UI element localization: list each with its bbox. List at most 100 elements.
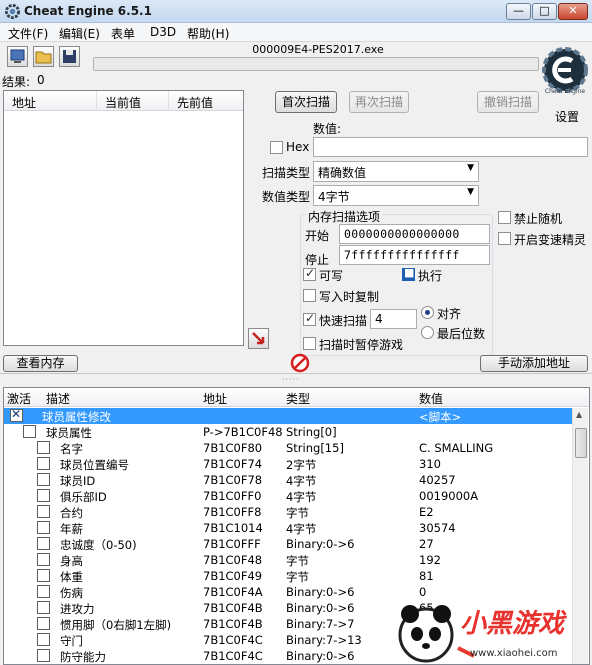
row-active-checkbox[interactable]: [37, 505, 50, 518]
row-type: Binary:7->13: [286, 633, 362, 647]
add-to-list-button[interactable]: [248, 328, 269, 349]
scrollbar-thumb[interactable]: [575, 428, 587, 458]
save-button[interactable]: [59, 46, 80, 67]
value-label: 数值:: [313, 122, 342, 136]
col-active[interactable]: 激活: [7, 390, 31, 407]
row-active-checkbox[interactable]: [37, 649, 50, 662]
row-active-checkbox[interactable]: [37, 569, 50, 582]
menu-help[interactable]: 帮助(H): [187, 25, 229, 42]
table-row[interactable]: 球员ID 7B1C0F78 4字节 40257: [4, 472, 576, 488]
row-active-checkbox[interactable]: [37, 601, 50, 614]
no-random-label: 禁止随机: [514, 212, 563, 226]
view-memory-button[interactable]: 查看内存: [3, 355, 78, 372]
red-arrow-icon: [252, 332, 265, 345]
undo-scan-button[interactable]: 撤销扫描: [477, 91, 539, 113]
hex-label: Hex: [286, 140, 310, 154]
row-active-checkbox[interactable]: [37, 473, 50, 486]
align-radio[interactable]: [421, 306, 434, 319]
row-description: 身高: [60, 554, 83, 568]
no-random-checkbox[interactable]: [498, 211, 511, 224]
row-type: 4字节: [286, 522, 317, 536]
row-description: 俱乐部ID: [60, 490, 107, 504]
hex-checkbox[interactable]: [270, 141, 283, 154]
row-active-checkbox[interactable]: [37, 521, 50, 534]
table-row[interactable]: 球员位置编号 7B1C0F74 2字节 310: [4, 456, 576, 472]
table-row[interactable]: 球员属性修改 <脚本>: [4, 407, 576, 424]
row-value: 27: [419, 537, 434, 551]
row-active-checkbox[interactable]: [37, 537, 50, 550]
title-bar: Cheat Engine 6.5.1 — □ ✕: [0, 0, 592, 23]
minimize-button[interactable]: —: [506, 3, 531, 20]
menu-d3d[interactable]: D3D: [150, 25, 176, 39]
row-value: 40257: [419, 473, 456, 487]
col-current-value[interactable]: 当前值: [105, 94, 141, 111]
row-active-checkbox[interactable]: [23, 425, 36, 438]
table-row[interactable]: 体重 7B1C0F49 字节 81: [4, 568, 576, 584]
copy-on-write-checkbox[interactable]: [303, 289, 316, 302]
open-file-button[interactable]: [33, 46, 54, 67]
row-active-checkbox[interactable]: [10, 407, 23, 422]
row-description: 进攻力: [60, 602, 95, 616]
maximize-button[interactable]: □: [532, 3, 557, 20]
col-address[interactable]: 地址: [203, 390, 227, 407]
row-active-checkbox[interactable]: [37, 585, 50, 598]
close-button[interactable]: ✕: [558, 3, 588, 20]
col-previous-value[interactable]: 先前值: [177, 94, 213, 111]
table-row[interactable]: 忠诚度（0-50) 7B1C0FFF Binary:0->6 27: [4, 536, 576, 552]
cheat-engine-settings-icon[interactable]: [541, 46, 589, 94]
col-description[interactable]: 描述: [46, 390, 70, 407]
row-value: <脚本>: [419, 410, 462, 424]
writable-checkbox[interactable]: [303, 266, 316, 281]
settings-label[interactable]: 设置: [555, 108, 579, 125]
scan-progress-bar: [93, 57, 539, 71]
table-row[interactable]: 身高 7B1C0F48 字节 192: [4, 552, 576, 568]
row-active-checkbox[interactable]: [37, 553, 50, 566]
row-address: 7B1C0F78: [203, 473, 263, 487]
scan-type-select[interactable]: 精确数值 ▼: [313, 161, 479, 182]
row-description: 防守能力: [60, 650, 106, 664]
first-scan-button[interactable]: 首次扫描: [275, 91, 337, 113]
fast-scan-alignment-input[interactable]: 4: [370, 309, 417, 329]
executable-checkbox[interactable]: [402, 266, 415, 281]
menu-file[interactable]: 文件(F): [8, 25, 48, 42]
value-input[interactable]: [313, 137, 588, 157]
speedhack-checkbox[interactable]: [498, 232, 511, 245]
watermark-brand: 小黑游戏: [460, 609, 565, 639]
open-process-button[interactable]: [7, 46, 28, 67]
col-value[interactable]: 数值: [419, 390, 443, 407]
last-digits-radio[interactable]: [421, 326, 434, 339]
table-row[interactable]: 俱乐部ID 7B1C0FF0 4字节 0019000A: [4, 488, 576, 504]
row-type: String[0]: [286, 425, 337, 439]
clear-list-button[interactable]: [290, 353, 310, 373]
table-row[interactable]: 合约 7B1C0FF8 字节 E2: [4, 504, 576, 520]
splitter[interactable]: ·····: [0, 373, 592, 384]
row-type: Binary:0->6: [286, 585, 355, 599]
scroll-up-icon[interactable]: ▲: [576, 410, 582, 419]
value-type-select[interactable]: 4字节 ▼: [313, 185, 479, 206]
row-active-checkbox[interactable]: [37, 633, 50, 646]
table-row[interactable]: 球员属性 P->7B1C0F48 String[0]: [4, 424, 576, 440]
row-active-checkbox[interactable]: [37, 457, 50, 470]
fast-scan-checkbox[interactable]: [303, 311, 316, 326]
col-type[interactable]: 类型: [286, 390, 310, 407]
table-row[interactable]: 名字 7B1C0F80 String[15] C. SMALLING: [4, 440, 576, 456]
add-address-manually-button[interactable]: 手动添加地址: [480, 355, 588, 372]
menu-table[interactable]: 表单: [111, 25, 135, 42]
start-address-input[interactable]: 0000000000000000: [339, 224, 490, 244]
copy-on-write-label: 写入时复制: [319, 290, 380, 304]
folder-icon: [35, 51, 52, 64]
row-description: 合约: [60, 506, 83, 520]
row-active-checkbox[interactable]: [37, 617, 50, 630]
row-address: P->7B1C0F48: [203, 425, 283, 439]
row-active-checkbox[interactable]: [37, 489, 50, 502]
pause-game-checkbox[interactable]: [303, 337, 316, 350]
dropdown-arrow-icon: ▼: [467, 163, 474, 173]
col-address[interactable]: 地址: [12, 94, 36, 111]
found-address-list[interactable]: 地址 当前值 先前值: [3, 90, 244, 346]
window-title: Cheat Engine 6.5.1: [24, 4, 152, 18]
next-scan-button[interactable]: 再次扫描: [349, 91, 409, 113]
table-row[interactable]: 年薪 7B1C1014 4字节 30574: [4, 520, 576, 536]
menu-edit[interactable]: 编辑(E): [59, 25, 100, 42]
row-active-checkbox[interactable]: [37, 441, 50, 454]
stop-address-input[interactable]: 7fffffffffffffff: [339, 245, 490, 265]
